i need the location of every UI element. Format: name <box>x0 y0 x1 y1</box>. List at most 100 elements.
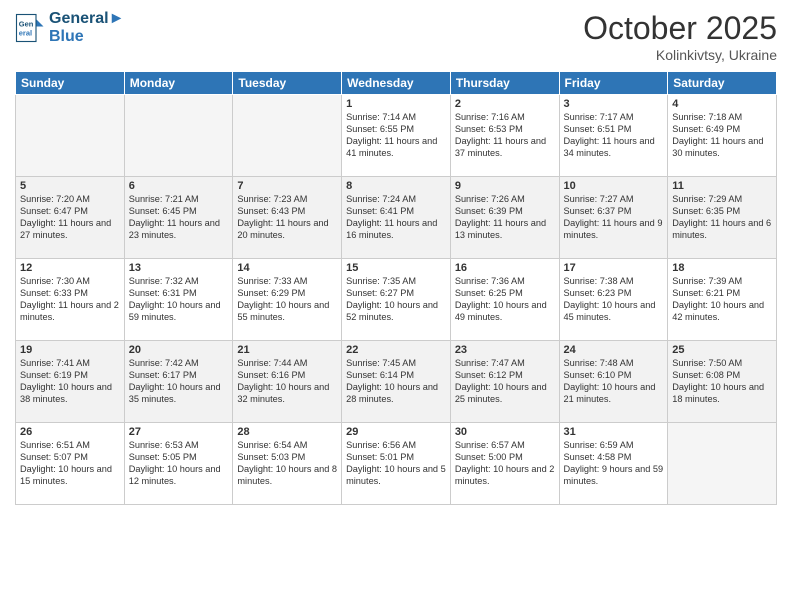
table-row: 12Sunrise: 7:30 AMSunset: 6:33 PMDayligh… <box>16 259 125 341</box>
sunrise-text: Sunrise: 7:26 AM <box>455 194 555 206</box>
sunset-text: Sunset: 6:43 PM <box>237 206 337 218</box>
daylight-text: Daylight: 11 hours and 34 minutes. <box>564 136 664 160</box>
day-info: Sunrise: 7:16 AMSunset: 6:53 PMDaylight:… <box>455 112 555 160</box>
daylight-text: Daylight: 10 hours and 55 minutes. <box>237 300 337 324</box>
daylight-text: Daylight: 10 hours and 42 minutes. <box>672 300 772 324</box>
day-info: Sunrise: 6:51 AMSunset: 5:07 PMDaylight:… <box>20 440 120 488</box>
sunrise-text: Sunrise: 7:27 AM <box>564 194 664 206</box>
day-info: Sunrise: 7:38 AMSunset: 6:23 PMDaylight:… <box>564 276 664 324</box>
table-row: 26Sunrise: 6:51 AMSunset: 5:07 PMDayligh… <box>16 423 125 505</box>
table-row: 21Sunrise: 7:44 AMSunset: 6:16 PMDayligh… <box>233 341 342 423</box>
daylight-text: Daylight: 10 hours and 21 minutes. <box>564 382 664 406</box>
sunrise-text: Sunrise: 7:21 AM <box>129 194 229 206</box>
day-number: 28 <box>237 426 337 438</box>
sunset-text: Sunset: 6:16 PM <box>237 370 337 382</box>
sunrise-text: Sunrise: 7:45 AM <box>346 358 446 370</box>
col-sunday: Sunday <box>16 72 125 95</box>
day-number: 9 <box>455 180 555 192</box>
calendar-header-row: Sunday Monday Tuesday Wednesday Thursday… <box>16 72 777 95</box>
daylight-text: Daylight: 11 hours and 16 minutes. <box>346 218 446 242</box>
day-info: Sunrise: 7:50 AMSunset: 6:08 PMDaylight:… <box>672 358 772 406</box>
table-row: 30Sunrise: 6:57 AMSunset: 5:00 PMDayligh… <box>450 423 559 505</box>
day-number: 8 <box>346 180 446 192</box>
daylight-text: Daylight: 10 hours and 38 minutes. <box>20 382 120 406</box>
daylight-text: Daylight: 11 hours and 41 minutes. <box>346 136 446 160</box>
table-row: 17Sunrise: 7:38 AMSunset: 6:23 PMDayligh… <box>559 259 668 341</box>
day-info: Sunrise: 7:41 AMSunset: 6:19 PMDaylight:… <box>20 358 120 406</box>
day-number: 31 <box>564 426 664 438</box>
sunset-text: Sunset: 6:39 PM <box>455 206 555 218</box>
location: Kolinkivtsy, Ukraine <box>583 47 777 63</box>
daylight-text: Daylight: 10 hours and 18 minutes. <box>672 382 772 406</box>
day-number: 15 <box>346 262 446 274</box>
table-row: 4Sunrise: 7:18 AMSunset: 6:49 PMDaylight… <box>668 95 777 177</box>
col-saturday: Saturday <box>668 72 777 95</box>
sunset-text: Sunset: 6:29 PM <box>237 288 337 300</box>
day-info: Sunrise: 6:59 AMSunset: 4:58 PMDaylight:… <box>564 440 664 488</box>
day-info: Sunrise: 7:30 AMSunset: 6:33 PMDaylight:… <box>20 276 120 324</box>
day-info: Sunrise: 6:56 AMSunset: 5:01 PMDaylight:… <box>346 440 446 488</box>
sunset-text: Sunset: 5:05 PM <box>129 452 229 464</box>
daylight-text: Daylight: 9 hours and 59 minutes. <box>564 464 664 488</box>
day-number: 24 <box>564 344 664 356</box>
sunset-text: Sunset: 6:21 PM <box>672 288 772 300</box>
day-info: Sunrise: 7:27 AMSunset: 6:37 PMDaylight:… <box>564 194 664 242</box>
sunset-text: Sunset: 6:14 PM <box>346 370 446 382</box>
sunset-text: Sunset: 5:07 PM <box>20 452 120 464</box>
calendar-week-row: 26Sunrise: 6:51 AMSunset: 5:07 PMDayligh… <box>16 423 777 505</box>
sunset-text: Sunset: 6:55 PM <box>346 124 446 136</box>
sunrise-text: Sunrise: 7:24 AM <box>346 194 446 206</box>
table-row: 9Sunrise: 7:26 AMSunset: 6:39 PMDaylight… <box>450 177 559 259</box>
table-row: 7Sunrise: 7:23 AMSunset: 6:43 PMDaylight… <box>233 177 342 259</box>
sunset-text: Sunset: 6:47 PM <box>20 206 120 218</box>
sunset-text: Sunset: 6:25 PM <box>455 288 555 300</box>
table-row: 3Sunrise: 7:17 AMSunset: 6:51 PMDaylight… <box>559 95 668 177</box>
sunset-text: Sunset: 6:08 PM <box>672 370 772 382</box>
table-row: 23Sunrise: 7:47 AMSunset: 6:12 PMDayligh… <box>450 341 559 423</box>
sunrise-text: Sunrise: 6:53 AM <box>129 440 229 452</box>
sunset-text: Sunset: 6:45 PM <box>129 206 229 218</box>
svg-text:Gen: Gen <box>19 19 34 28</box>
table-row <box>16 95 125 177</box>
page-container: Gen eral General► Blue October 2025 Koli… <box>0 0 792 515</box>
sunset-text: Sunset: 6:27 PM <box>346 288 446 300</box>
sunrise-text: Sunrise: 7:39 AM <box>672 276 772 288</box>
sunset-text: Sunset: 6:17 PM <box>129 370 229 382</box>
sunset-text: Sunset: 6:49 PM <box>672 124 772 136</box>
sunset-text: Sunset: 6:19 PM <box>20 370 120 382</box>
day-number: 16 <box>455 262 555 274</box>
sunrise-text: Sunrise: 7:33 AM <box>237 276 337 288</box>
day-number: 2 <box>455 98 555 110</box>
table-row: 1Sunrise: 7:14 AMSunset: 6:55 PMDaylight… <box>342 95 451 177</box>
day-info: Sunrise: 7:17 AMSunset: 6:51 PMDaylight:… <box>564 112 664 160</box>
day-info: Sunrise: 7:42 AMSunset: 6:17 PMDaylight:… <box>129 358 229 406</box>
day-info: Sunrise: 6:57 AMSunset: 5:00 PMDaylight:… <box>455 440 555 488</box>
sunset-text: Sunset: 6:37 PM <box>564 206 664 218</box>
table-row: 5Sunrise: 7:20 AMSunset: 6:47 PMDaylight… <box>16 177 125 259</box>
daylight-text: Daylight: 10 hours and 59 minutes. <box>129 300 229 324</box>
day-info: Sunrise: 7:23 AMSunset: 6:43 PMDaylight:… <box>237 194 337 242</box>
sunrise-text: Sunrise: 7:23 AM <box>237 194 337 206</box>
daylight-text: Daylight: 10 hours and 12 minutes. <box>129 464 229 488</box>
table-row: 22Sunrise: 7:45 AMSunset: 6:14 PMDayligh… <box>342 341 451 423</box>
day-info: Sunrise: 7:39 AMSunset: 6:21 PMDaylight:… <box>672 276 772 324</box>
sunrise-text: Sunrise: 6:56 AM <box>346 440 446 452</box>
day-number: 10 <box>564 180 664 192</box>
daylight-text: Daylight: 11 hours and 23 minutes. <box>129 218 229 242</box>
daylight-text: Daylight: 10 hours and 49 minutes. <box>455 300 555 324</box>
sunrise-text: Sunrise: 7:36 AM <box>455 276 555 288</box>
sunset-text: Sunset: 6:53 PM <box>455 124 555 136</box>
daylight-text: Daylight: 10 hours and 2 minutes. <box>455 464 555 488</box>
sunrise-text: Sunrise: 7:20 AM <box>20 194 120 206</box>
table-row: 14 Sunrise: 7:33 AMSunset: 6:29 PMDayligh… <box>233 259 342 341</box>
day-number: 13 <box>129 262 229 274</box>
table-row: 20Sunrise: 7:42 AMSunset: 6:17 PMDayligh… <box>124 341 233 423</box>
logo-icon: Gen eral <box>15 13 45 43</box>
sunrise-text: Sunrise: 7:48 AM <box>564 358 664 370</box>
day-info: Sunrise: 7:45 AMSunset: 6:14 PMDaylight:… <box>346 358 446 406</box>
daylight-text: Daylight: 10 hours and 8 minutes. <box>237 464 337 488</box>
sunrise-text: Sunrise: 7:16 AM <box>455 112 555 124</box>
daylight-text: Daylight: 10 hours and 28 minutes. <box>346 382 446 406</box>
sunrise-text: Sunrise: 6:59 AM <box>564 440 664 452</box>
day-number: 14 <box>237 262 337 274</box>
